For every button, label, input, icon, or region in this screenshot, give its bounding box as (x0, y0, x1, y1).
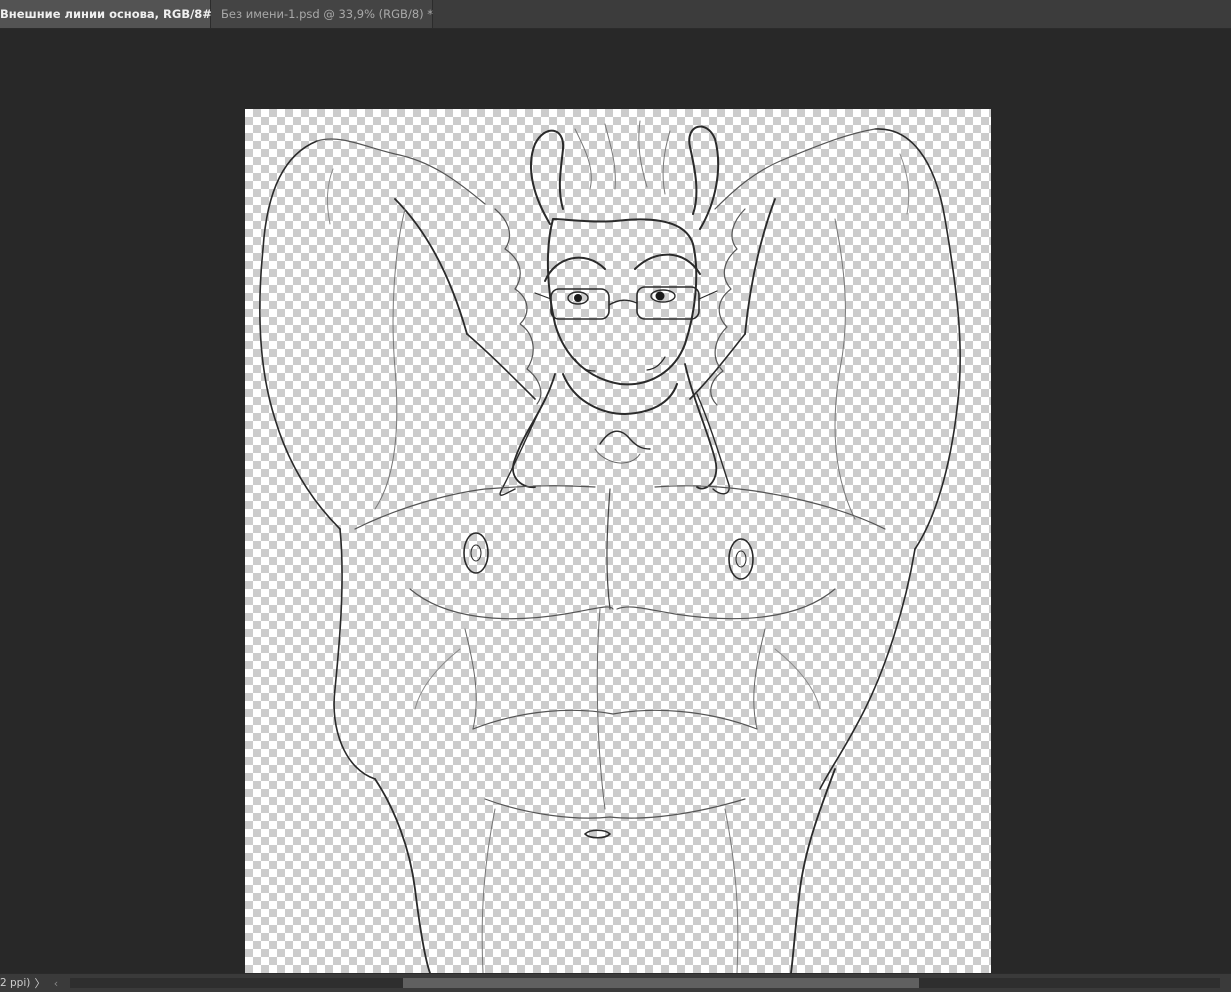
tab-bar-empty-area (433, 0, 1231, 28)
horizontal-scrollbar[interactable] (70, 978, 1220, 988)
tab-untitled-1[interactable]: Без имени-1.psd @ 33,9% (RGB/8) * × (211, 0, 451, 28)
tab-outer-lines[interactable]: Внешние линии основа, RGB/8#) * × (0, 0, 245, 28)
line-art-drawing (259, 120, 962, 973)
tab-label: Внешние линии основа, RGB/8#) * (0, 7, 228, 21)
scroll-left-arrow-icon[interactable]: ‹ (48, 977, 64, 990)
artboard-canvas[interactable] (245, 109, 991, 973)
scrollbar-thumb[interactable] (403, 978, 919, 988)
document-workspace[interactable] (0, 29, 1231, 973)
status-bar: 2 ppi) 〉 ‹ (0, 973, 1231, 992)
document-tab-bar: Внешние линии основа, RGB/8#) * × Без им… (0, 0, 1231, 29)
tab-label: Без имени-1.psd @ 33,9% (RGB/8) * (221, 7, 434, 21)
status-next-arrow-icon[interactable]: 〉 (32, 975, 48, 991)
document-info: 2 ppi) (0, 977, 31, 989)
